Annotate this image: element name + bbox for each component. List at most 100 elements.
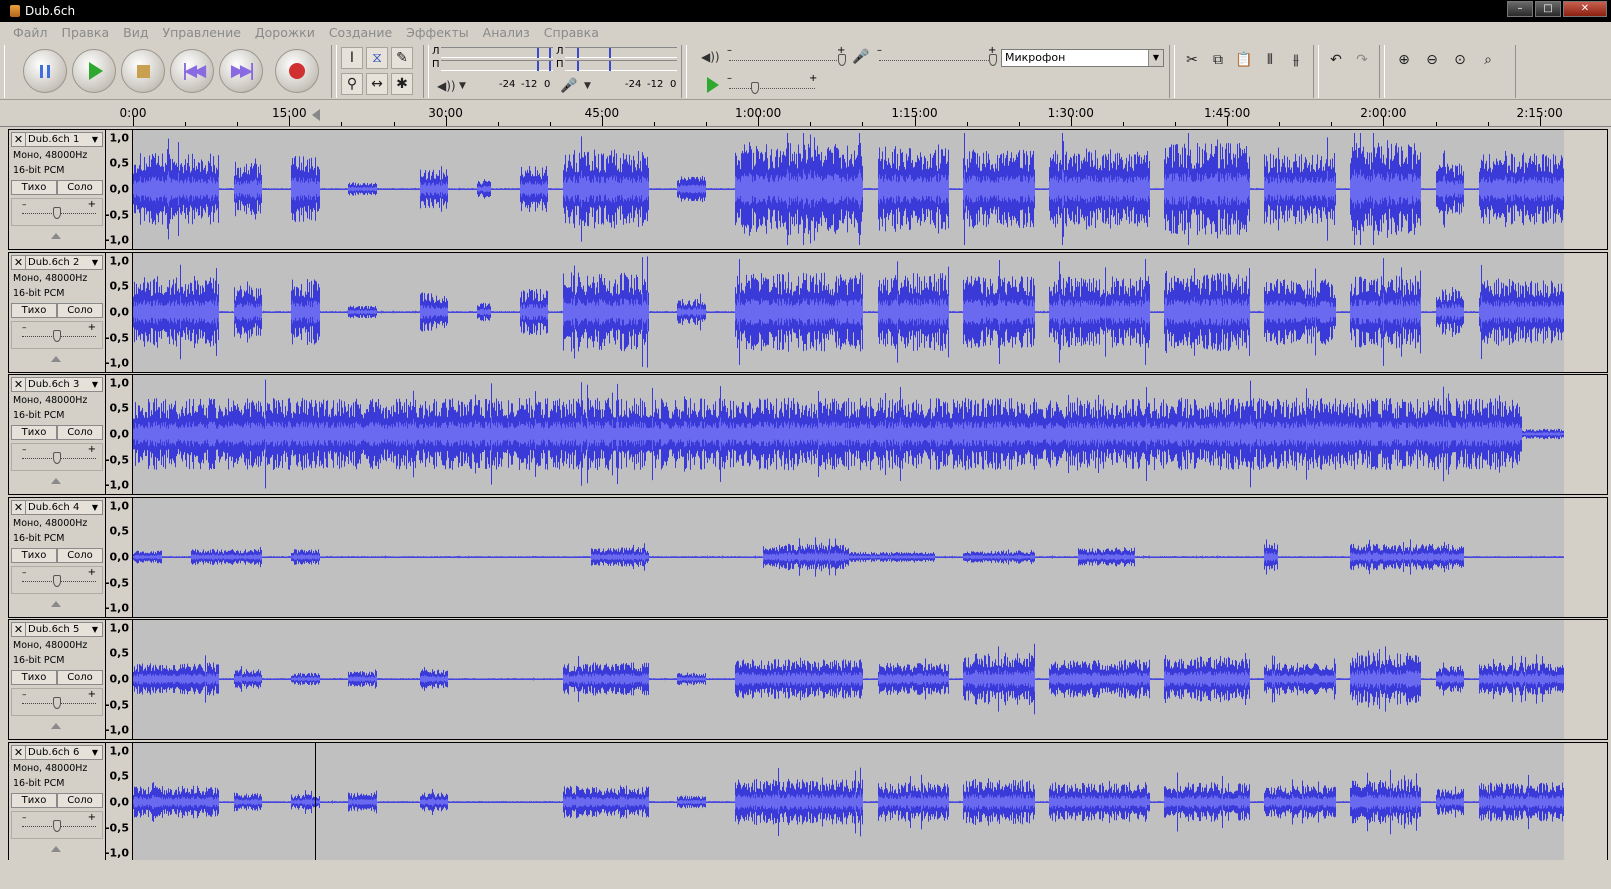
audio-track[interactable]: ✕ Dub.6ch 6 ▼ Моно, 48000Hz 16-bit PCM Т…: [8, 742, 1608, 863]
zoom-in-button[interactable]: ⊕: [1393, 49, 1415, 71]
undo-button[interactable]: ↶: [1325, 49, 1347, 71]
record-meter-dropdown-icon[interactable]: ▼: [584, 81, 591, 91]
audio-track[interactable]: ✕ Dub.6ch 5 ▼ Моно, 48000Hz 16-bit PCM Т…: [8, 619, 1608, 741]
input-source-select[interactable]: Микрофон ▼: [1001, 49, 1164, 67]
gain-thumb[interactable]: [53, 329, 61, 342]
chevron-down-icon[interactable]: ▼: [88, 746, 102, 759]
menu-edit[interactable]: Правка: [55, 25, 117, 40]
waveform-area[interactable]: [133, 620, 1564, 740]
solo-button[interactable]: Соло: [57, 670, 103, 686]
play-speed-thumb[interactable]: [751, 82, 759, 94]
playback-meter-left[interactable]: [441, 47, 553, 58]
collapse-track-icon[interactable]: [51, 355, 61, 362]
menu-file[interactable]: Файл: [6, 25, 55, 40]
collapse-track-icon[interactable]: [51, 478, 61, 485]
paste-button[interactable]: 📋: [1233, 49, 1255, 71]
play-at-speed-button[interactable]: [707, 77, 719, 93]
chevron-down-icon[interactable]: ▼: [88, 623, 102, 636]
gain-thumb[interactable]: [53, 452, 61, 465]
collapse-track-icon[interactable]: [51, 723, 61, 730]
chevron-down-icon[interactable]: ▼: [88, 378, 102, 391]
collapse-track-icon[interactable]: [51, 233, 61, 239]
audio-track[interactable]: ✕ Dub.6ch 1 ▼ Моно, 48000Hz 16-bit PCM Т…: [8, 129, 1608, 250]
selection-tool[interactable]: I: [341, 47, 363, 69]
pause-button[interactable]: [23, 49, 67, 93]
solo-button[interactable]: Соло: [57, 547, 103, 563]
close-icon[interactable]: ✕: [12, 623, 26, 637]
menu-tracks[interactable]: Дорожки: [248, 25, 322, 40]
menu-help[interactable]: Справка: [537, 25, 606, 40]
gain-slider[interactable]: – +: [11, 443, 103, 472]
input-volume-slider[interactable]: [879, 60, 993, 62]
fit-selection-button[interactable]: ⊙: [1449, 49, 1471, 71]
mute-button[interactable]: Тихо: [11, 180, 57, 195]
play-button[interactable]: [72, 49, 116, 93]
waveform-area[interactable]: [133, 497, 1564, 617]
audio-track[interactable]: ✕ Dub.6ch 2 ▼ Моно, 48000Hz 16-bit PCM Т…: [8, 251, 1608, 373]
gain-slider[interactable]: – +: [11, 320, 103, 349]
playback-meter-dropdown-icon[interactable]: ▼: [459, 81, 466, 91]
track-name-bar[interactable]: ✕ Dub.6ch 6 ▼: [11, 745, 103, 760]
copy-button[interactable]: ⧉: [1207, 49, 1229, 71]
output-volume-thumb[interactable]: [838, 54, 846, 66]
gain-slider[interactable]: – +: [11, 688, 103, 717]
playback-meter-right[interactable]: [441, 60, 553, 71]
maximize-button[interactable]: □: [1535, 1, 1561, 17]
solo-button[interactable]: Соло: [57, 302, 103, 318]
draw-tool[interactable]: ✎: [391, 47, 413, 69]
track-name-bar[interactable]: ✕ Dub.6ch 4 ▼: [11, 499, 103, 515]
gain-slider[interactable]: – +: [11, 198, 103, 226]
gain-thumb[interactable]: [53, 574, 61, 587]
menu-transport[interactable]: Управление: [155, 25, 247, 40]
audio-track[interactable]: ✕ Dub.6ch 4 ▼ Моно, 48000Hz 16-bit PCM Т…: [8, 496, 1608, 618]
waveform-area[interactable]: [133, 130, 1564, 249]
redo-button[interactable]: ↷: [1351, 49, 1373, 71]
solo-button[interactable]: Соло: [57, 793, 103, 808]
skip-start-button[interactable]: |◀◀: [170, 49, 214, 93]
input-volume-thumb[interactable]: [989, 54, 997, 66]
record-meter-left[interactable]: [565, 47, 677, 58]
gain-thumb[interactable]: [53, 820, 61, 832]
track-name-bar[interactable]: ✕ Dub.6ch 3 ▼: [11, 377, 103, 393]
zoom-out-button[interactable]: ⊖: [1421, 49, 1443, 71]
close-icon[interactable]: ✕: [12, 500, 26, 514]
track-name-bar[interactable]: ✕ Dub.6ch 2 ▼: [11, 254, 103, 270]
record-meter-right[interactable]: [565, 60, 677, 71]
mute-button[interactable]: Тихо: [11, 793, 57, 808]
skip-end-button[interactable]: ▶▶|: [219, 49, 263, 93]
mute-button[interactable]: Тихо: [11, 425, 57, 441]
waveform-area[interactable]: [133, 252, 1564, 372]
collapse-track-icon[interactable]: [51, 600, 61, 607]
microphone-icon[interactable]: 🎤: [560, 78, 577, 94]
multi-tool[interactable]: ✱: [391, 73, 413, 95]
menu-generate[interactable]: Создание: [322, 25, 399, 40]
gain-thumb[interactable]: [53, 697, 61, 710]
close-button[interactable]: ✕: [1563, 1, 1607, 17]
zoom-tool[interactable]: ⚲: [341, 73, 363, 95]
chevron-down-icon[interactable]: ▼: [88, 501, 102, 514]
close-icon[interactable]: ✕: [12, 255, 26, 269]
minimize-button[interactable]: –: [1507, 1, 1533, 17]
cut-button[interactable]: ✂: [1181, 49, 1203, 71]
waveform-area[interactable]: [133, 375, 1564, 495]
close-icon[interactable]: ✕: [12, 378, 26, 392]
waveform-area[interactable]: [133, 743, 1564, 862]
collapse-track-icon[interactable]: [51, 846, 61, 852]
solo-button[interactable]: Соло: [57, 180, 103, 195]
menu-effects[interactable]: Эффекты: [399, 25, 476, 40]
gain-slider[interactable]: – +: [11, 811, 103, 839]
speaker-icon[interactable]: ◀)): [437, 79, 456, 93]
fit-project-button[interactable]: ⌕: [1477, 49, 1499, 71]
output-volume-slider[interactable]: [729, 60, 843, 62]
timeline-ruler[interactable]: 0:00 15:00 30:00 45:00 1:00:00 1:15:00 1:30:00…: [0, 101, 1611, 127]
stop-button[interactable]: [121, 49, 165, 93]
mute-button[interactable]: Тихо: [11, 670, 57, 686]
envelope-tool[interactable]: ⧖: [366, 47, 388, 69]
gain-thumb[interactable]: [53, 207, 61, 219]
mute-button[interactable]: Тихо: [11, 302, 57, 318]
timeshift-tool[interactable]: ↔: [366, 73, 388, 95]
play-head-marker[interactable]: [312, 109, 320, 121]
mute-button[interactable]: Тихо: [11, 547, 57, 563]
audio-track[interactable]: ✕ Dub.6ch 3 ▼ Моно, 48000Hz 16-bit PCM Т…: [8, 374, 1608, 496]
close-icon[interactable]: ✕: [12, 746, 26, 759]
